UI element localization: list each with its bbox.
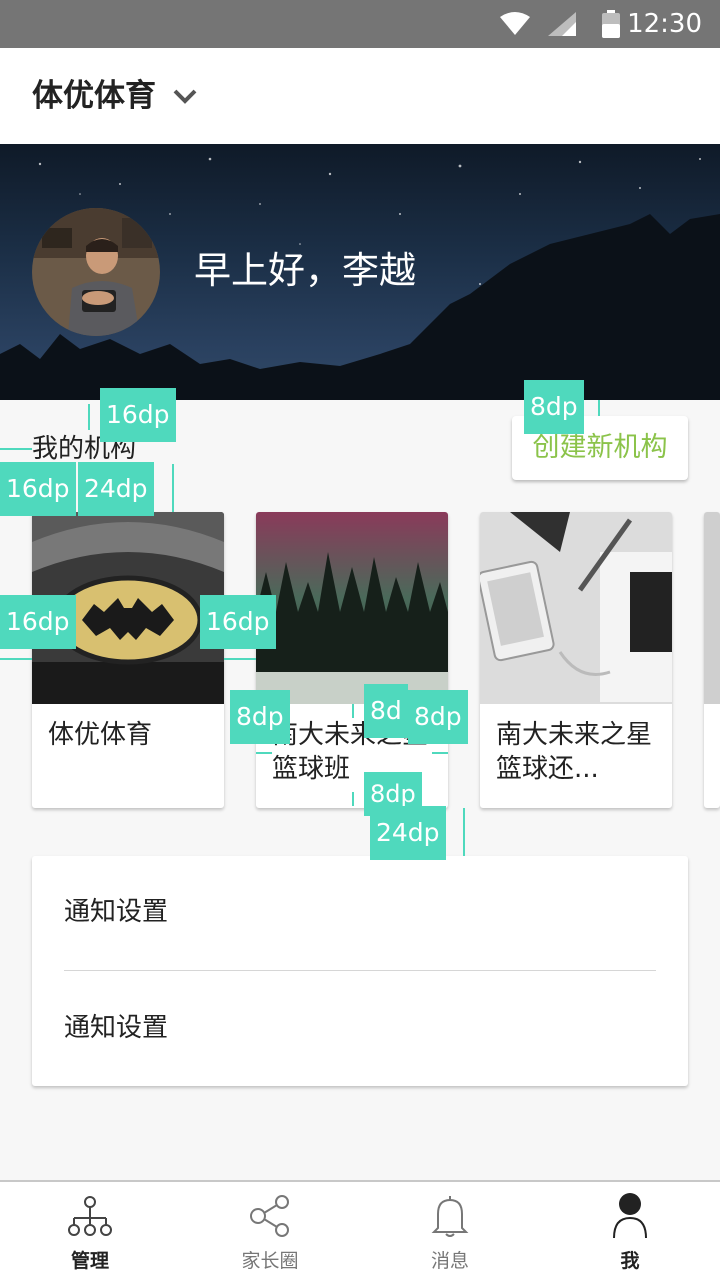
settings-item-notifications[interactable]: 通知设置: [64, 894, 168, 930]
status-bar: 12:30: [0, 0, 720, 48]
settings-card: 通知设置 通知设置: [32, 856, 688, 1086]
hero-banner: 早上好，李越: [0, 144, 720, 400]
spacing-guide: [0, 448, 32, 450]
spacing-annotation: 8dp: [408, 690, 468, 744]
greeting-text: 早上好，李越: [194, 249, 416, 292]
spacing-guide: [0, 658, 32, 660]
spacing-guide: [463, 808, 465, 856]
clock: 12:30: [627, 9, 702, 39]
signal-icon: [548, 12, 576, 36]
spacing-guide: [432, 752, 448, 754]
spacing-annotation: 8dp: [230, 690, 290, 744]
spacing-annotation: 16dp: [0, 462, 76, 516]
spacing-annotation: 8dp: [524, 380, 584, 434]
battery-icon: [602, 10, 620, 38]
spacing-guide: [352, 792, 354, 806]
nav-label: 管理: [70, 1250, 109, 1272]
org-switcher-title[interactable]: 体优体育: [32, 76, 156, 116]
app-bar: 体优体育: [0, 48, 720, 144]
spacing-annotation: 16dp: [0, 595, 76, 649]
spacing-guide: [256, 752, 272, 754]
nav-item-me[interactable]: 我: [540, 1182, 720, 1280]
org-card-label: 南大未来之星篮球还...: [496, 720, 653, 784]
org-card[interactable]: 体优体育: [32, 512, 224, 808]
bottom-nav: 管理 家长圈 消息 我: [0, 1180, 720, 1280]
nav-item-messages[interactable]: 消息: [360, 1182, 540, 1280]
spacing-annotation: 24dp: [78, 462, 154, 516]
settings-item-notifications[interactable]: 通知设置: [64, 1010, 168, 1046]
nav-label: 家长圈: [241, 1250, 299, 1272]
spacing-annotation: 8d: [364, 684, 408, 738]
wifi-icon: [500, 12, 530, 35]
share-icon: [250, 1195, 289, 1237]
org-card[interactable]: 南大未来之星篮球班: [256, 512, 448, 808]
org-card-image: [480, 512, 672, 704]
chevron-down-icon[interactable]: [172, 86, 198, 106]
spacing-annotation: 16dp: [200, 595, 276, 649]
person-icon: [613, 1193, 647, 1239]
nav-item-manage[interactable]: 管理: [0, 1182, 180, 1280]
spacing-guide: [352, 704, 354, 718]
org-card-image: [704, 512, 720, 704]
divider: [64, 970, 656, 971]
spacing-guide: [172, 464, 174, 512]
nav-label: 我: [620, 1250, 640, 1272]
org-card[interactable]: 南大未来之星篮球还...: [480, 512, 672, 808]
nav-label: 消息: [430, 1250, 469, 1272]
spacing-annotation: 24dp: [370, 806, 446, 860]
org-card-image: [256, 512, 448, 704]
avatar[interactable]: [32, 208, 160, 336]
spacing-annotation: 16dp: [100, 388, 176, 442]
spacing-guide: [598, 400, 600, 416]
spacing-guide: [224, 658, 256, 660]
org-card-partial[interactable]: [704, 512, 720, 808]
bell-icon: [431, 1196, 469, 1237]
org-chart-icon: [68, 1196, 112, 1236]
nav-item-parents[interactable]: 家长圈: [180, 1182, 360, 1280]
org-card-label: 体优体育: [48, 720, 153, 750]
spacing-guide: [88, 404, 90, 430]
